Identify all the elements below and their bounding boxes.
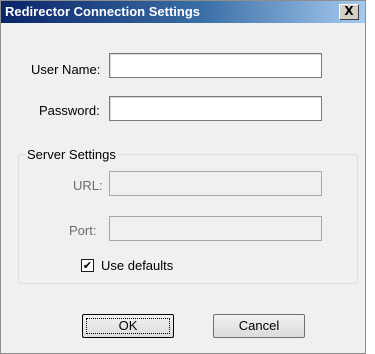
cancel-button[interactable]: Cancel (213, 314, 305, 338)
port-label: Port: (69, 223, 97, 238)
username-input[interactable] (109, 53, 322, 78)
ok-button[interactable]: OK (82, 314, 174, 338)
username-label: User Name: (31, 62, 101, 77)
ok-button-label: OK (118, 318, 138, 333)
password-input[interactable] (109, 96, 322, 121)
close-button[interactable]: X (339, 4, 359, 20)
url-label: URL: (73, 178, 103, 193)
use-defaults-label[interactable]: Use defaults (101, 258, 173, 273)
close-icon: X (344, 4, 354, 18)
server-settings-legend: Server Settings (25, 147, 118, 162)
window-title: Redirector Connection Settings (5, 4, 201, 19)
cancel-button-label: Cancel (238, 318, 280, 333)
url-input[interactable] (109, 171, 322, 196)
use-defaults-checkbox[interactable]: ✔ (81, 259, 94, 272)
port-input[interactable] (109, 216, 322, 241)
password-label: Password: (39, 103, 100, 118)
checkmark-icon: ✔ (82, 259, 93, 272)
dialog-window: Redirector Connection Settings X User Na… (0, 0, 366, 354)
title-bar[interactable]: Redirector Connection Settings X (1, 1, 365, 23)
